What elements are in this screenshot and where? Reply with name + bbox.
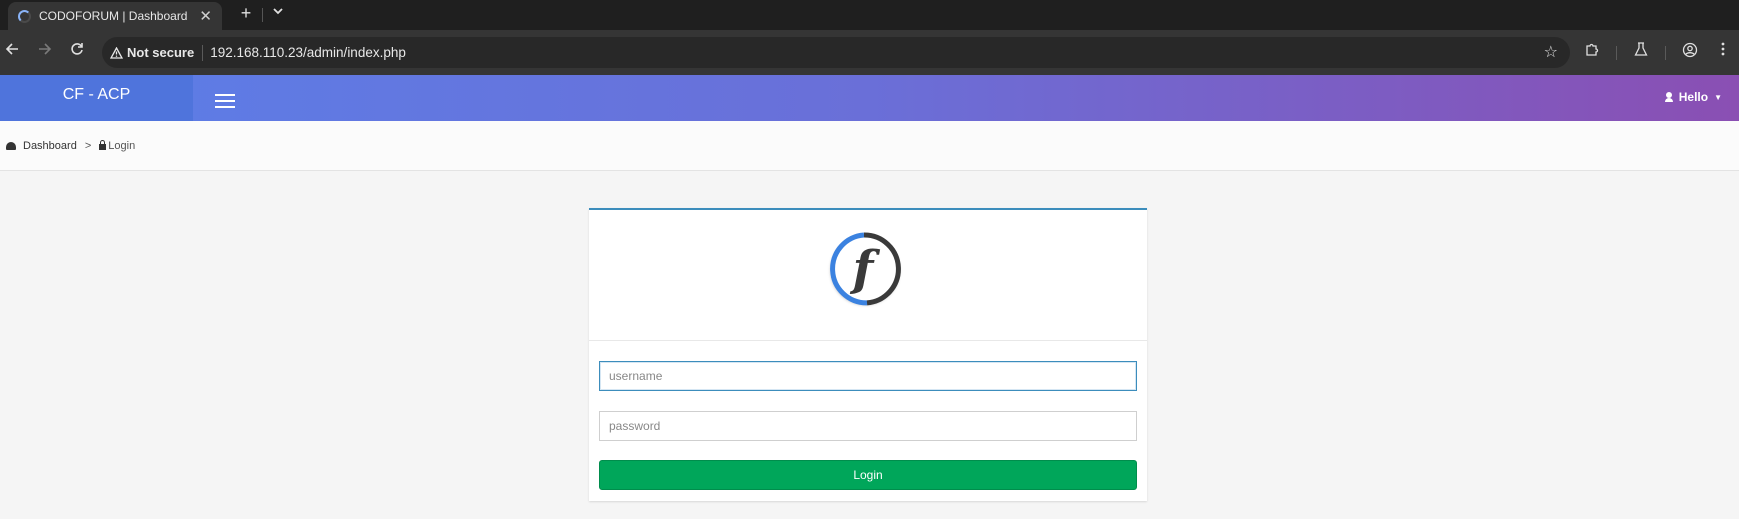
warning-icon <box>110 46 123 59</box>
new-tab-button[interactable]: + <box>235 3 257 24</box>
bookmark-star-icon[interactable]: ☆ <box>1544 42 1558 62</box>
lock-icon <box>99 140 107 150</box>
brand-logo-text[interactable]: CF - ACP <box>0 75 193 121</box>
sidebar-toggle-button[interactable] <box>215 94 235 108</box>
puzzle-icon <box>1586 43 1599 56</box>
profile-button[interactable] <box>1680 42 1700 62</box>
close-tab-icon[interactable]: ✕ <box>199 7 212 25</box>
extensions-button[interactable] <box>1582 42 1602 62</box>
labs-button[interactable] <box>1631 42 1651 61</box>
reload-button[interactable] <box>67 42 87 60</box>
dashboard-icon <box>6 142 16 150</box>
tab-search-button[interactable] <box>273 6 283 18</box>
password-input[interactable] <box>599 411 1137 441</box>
tab-divider <box>262 8 263 22</box>
tab-title: CODOFORUM | Dashboard <box>39 9 188 23</box>
user-icon <box>1664 92 1673 102</box>
username-input[interactable] <box>599 361 1137 391</box>
reload-icon <box>71 43 83 55</box>
user-menu-label: Hello <box>1678 90 1709 104</box>
breadcrumb-dashboard-link[interactable]: Dashboard <box>23 140 77 152</box>
login-logo-area: f <box>589 210 1147 341</box>
profile-icon <box>1682 42 1698 58</box>
security-label: Not secure <box>127 45 195 60</box>
caret-down-icon: ▼ <box>1714 92 1722 102</box>
codoforum-logo-icon: f <box>830 232 901 306</box>
browser-menu-button[interactable] <box>1713 42 1733 60</box>
login-panel: f Login <box>589 208 1147 501</box>
address-bar[interactable]: Not secure 192.168.110.23/admin/index.ph… <box>102 37 1570 68</box>
browser-toolbar: Not secure 192.168.110.23/admin/index.ph… <box>0 30 1739 75</box>
security-indicator[interactable]: Not secure <box>110 45 194 60</box>
user-menu-dropdown[interactable]: Hello ▼ <box>1664 90 1722 104</box>
omnibox-divider <box>202 44 204 61</box>
arrow-right-icon <box>39 43 52 55</box>
flask-icon <box>1634 42 1648 56</box>
arrow-left-icon <box>5 43 18 55</box>
loading-spinner-icon <box>18 9 31 23</box>
breadcrumb: Dashboard > Login <box>0 121 1739 171</box>
toolbar-divider <box>1616 46 1617 60</box>
chevron-down-icon <box>273 8 283 15</box>
login-form: Login <box>589 341 1147 490</box>
breadcrumb-current: Login <box>108 139 136 152</box>
more-vertical-icon <box>1721 42 1725 56</box>
login-button[interactable]: Login <box>599 460 1137 490</box>
hamburger-icon <box>215 94 235 96</box>
back-button[interactable] <box>2 42 22 60</box>
breadcrumb-separator: > <box>84 139 92 152</box>
forward-button[interactable] <box>35 42 55 60</box>
browser-tab[interactable]: CODOFORUM | Dashboard ✕ <box>8 2 222 30</box>
toolbar-divider <box>1665 46 1666 60</box>
admin-header: CF - ACP Hello ▼ <box>0 75 1739 121</box>
browser-tab-strip: CODOFORUM | Dashboard ✕ + <box>0 0 1739 30</box>
url-text[interactable]: 192.168.110.23/admin/index.php <box>210 45 406 60</box>
